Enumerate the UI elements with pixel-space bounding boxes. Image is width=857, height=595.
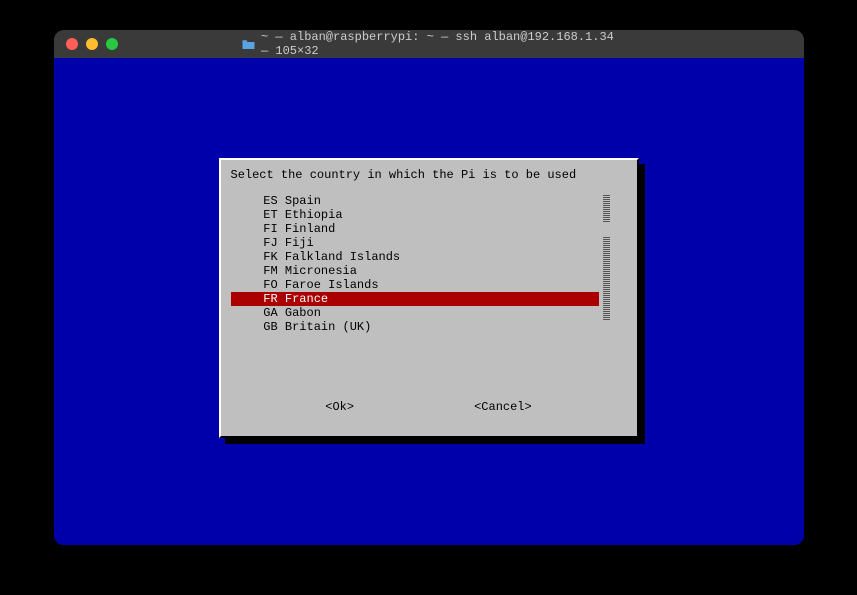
country-item-et[interactable]: ET Ethiopia [231,208,599,222]
country-item-fo[interactable]: FO Faroe Islands [231,278,599,292]
close-icon[interactable] [66,38,78,50]
country-item-gb[interactable]: GB Britain (UK) [231,320,599,334]
country-item-fr[interactable]: FR France [231,292,599,306]
country-item-fm[interactable]: FM Micronesia [231,264,599,278]
dialog-prompt: Select the country in which the Pi is to… [231,168,627,182]
terminal-content[interactable]: Select the country in which the Pi is to… [54,58,804,545]
country-list[interactable]: ES Spain ET Ethiopia FI Finland FJ Fiji … [231,194,599,334]
titlebar[interactable]: ~ — alban@raspberrypi: ~ — ssh alban@192… [54,30,804,58]
scroll-indicator [603,236,610,250]
scroll-indicator [603,278,610,292]
country-item-fj[interactable]: FJ Fiji [231,236,599,250]
window-controls [66,38,118,50]
country-item-fi[interactable]: FI Finland [231,222,599,236]
ok-button[interactable]: <Ok> [325,400,354,414]
scroll-indicator [603,208,610,222]
scrollbar[interactable] [603,194,611,334]
country-select-dialog: Select the country in which the Pi is to… [219,158,639,438]
window-title: ~ — alban@raspberrypi: ~ — ssh alban@192… [241,30,616,58]
terminal-window: ~ — alban@raspberrypi: ~ — ssh alban@192… [54,30,804,545]
folder-icon [241,39,255,50]
scroll-indicator [603,292,610,306]
dialog-buttons: <Ok> <Cancel> [221,400,637,414]
maximize-icon[interactable] [106,38,118,50]
cancel-button[interactable]: <Cancel> [474,400,532,414]
minimize-icon[interactable] [86,38,98,50]
country-item-ga[interactable]: GA Gabon [231,306,599,320]
scroll-indicator [603,306,610,320]
scroll-indicator [603,194,610,208]
window-title-text: ~ — alban@raspberrypi: ~ — ssh alban@192… [261,30,616,58]
country-item-es[interactable]: ES Spain [231,194,599,208]
scroll-indicator [603,264,610,278]
scroll-indicator [603,250,610,264]
country-item-fk[interactable]: FK Falkland Islands [231,250,599,264]
